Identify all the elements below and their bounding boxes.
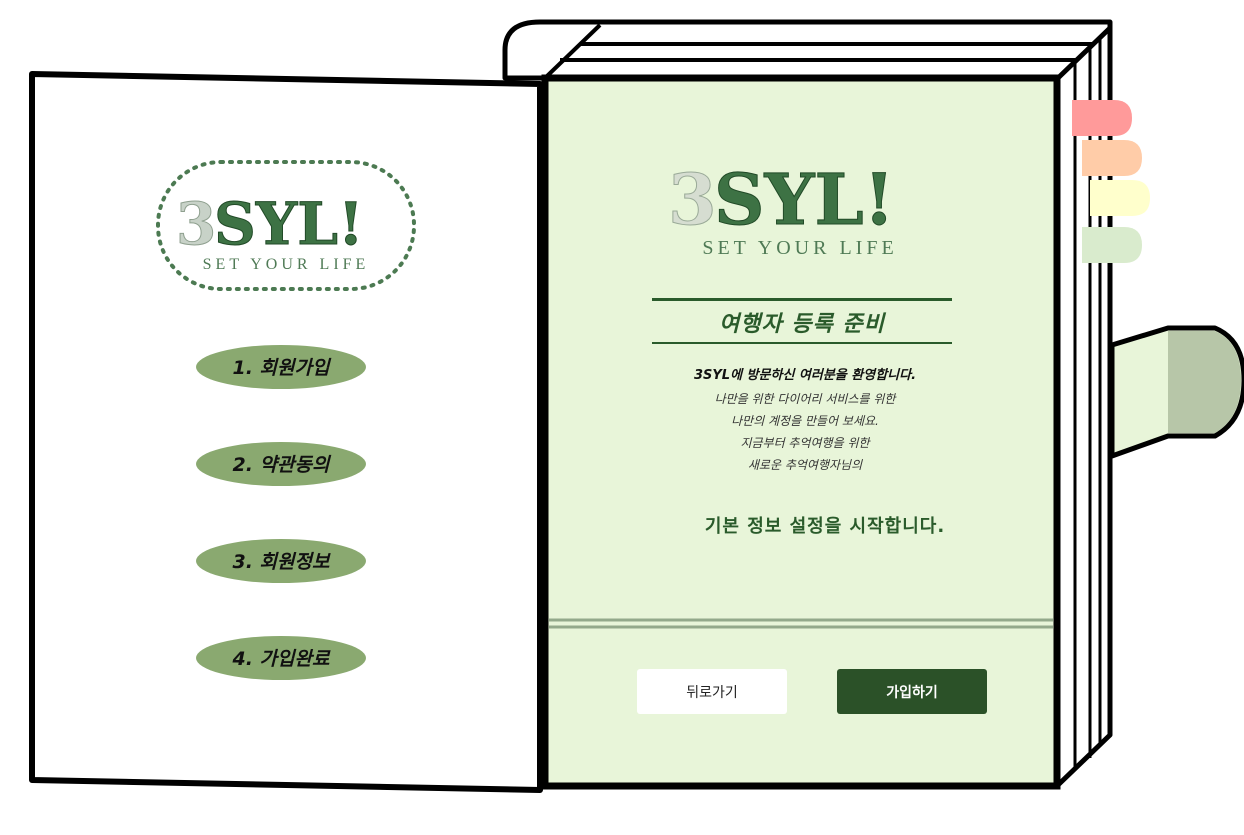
step-label: 3. 회원정보 bbox=[233, 551, 331, 573]
description-line-4: 새로운 추억여행자님의 bbox=[747, 458, 863, 472]
right-logo: 3 SYL! SET YOUR LIFE bbox=[668, 158, 897, 260]
back-button[interactable]: 뒤로가기 bbox=[637, 669, 787, 714]
logo-letters-large: SYL! bbox=[714, 158, 894, 241]
logo-tagline-large: SET YOUR LIFE bbox=[702, 237, 897, 259]
welcome-text: 3SYL에 방문하신 여러분을 환영합니다. bbox=[693, 368, 917, 383]
join-button[interactable]: 가입하기 bbox=[837, 669, 987, 714]
start-message: 기본 정보 설정을 시작합니다. bbox=[704, 516, 946, 537]
index-tab-peach[interactable] bbox=[1082, 140, 1142, 176]
description-line-1: 나만을 위한 다이어리 서비스를 위한 bbox=[714, 392, 896, 406]
step-label: 2. 약관동의 bbox=[233, 454, 332, 476]
description-line-3: 지금부터 추억여행을 위한 bbox=[740, 436, 870, 450]
description-line-2: 나만의 계정을 만들어 보세요. bbox=[731, 414, 879, 428]
index-tab-green[interactable] bbox=[1082, 227, 1142, 263]
logo-letters: SYL! bbox=[214, 190, 364, 258]
logo-digit: 3 bbox=[176, 190, 216, 258]
step-label: 4. 가입완료 bbox=[232, 648, 331, 670]
index-tab-red[interactable] bbox=[1072, 100, 1132, 136]
step-3[interactable]: 3. 회원정보 bbox=[196, 539, 366, 583]
left-logo: 3 SYL! SET YOUR LIFE bbox=[156, 160, 416, 291]
step-label: 1. 회원가입 bbox=[233, 357, 332, 379]
step-1[interactable]: 1. 회원가입 bbox=[196, 345, 366, 389]
content-title-box: 여행자 등록 준비 bbox=[652, 298, 952, 344]
content-title: 여행자 등록 준비 bbox=[719, 311, 885, 337]
step-2[interactable]: 2. 약관동의 bbox=[196, 442, 366, 486]
book-clasp-band bbox=[1168, 331, 1241, 433]
logo-tagline: SET YOUR LIFE bbox=[203, 256, 370, 273]
index-tab-yellow[interactable] bbox=[1090, 180, 1150, 216]
step-4[interactable]: 4. 가입완료 bbox=[196, 636, 366, 680]
logo-digit-large: 3 bbox=[668, 158, 717, 241]
